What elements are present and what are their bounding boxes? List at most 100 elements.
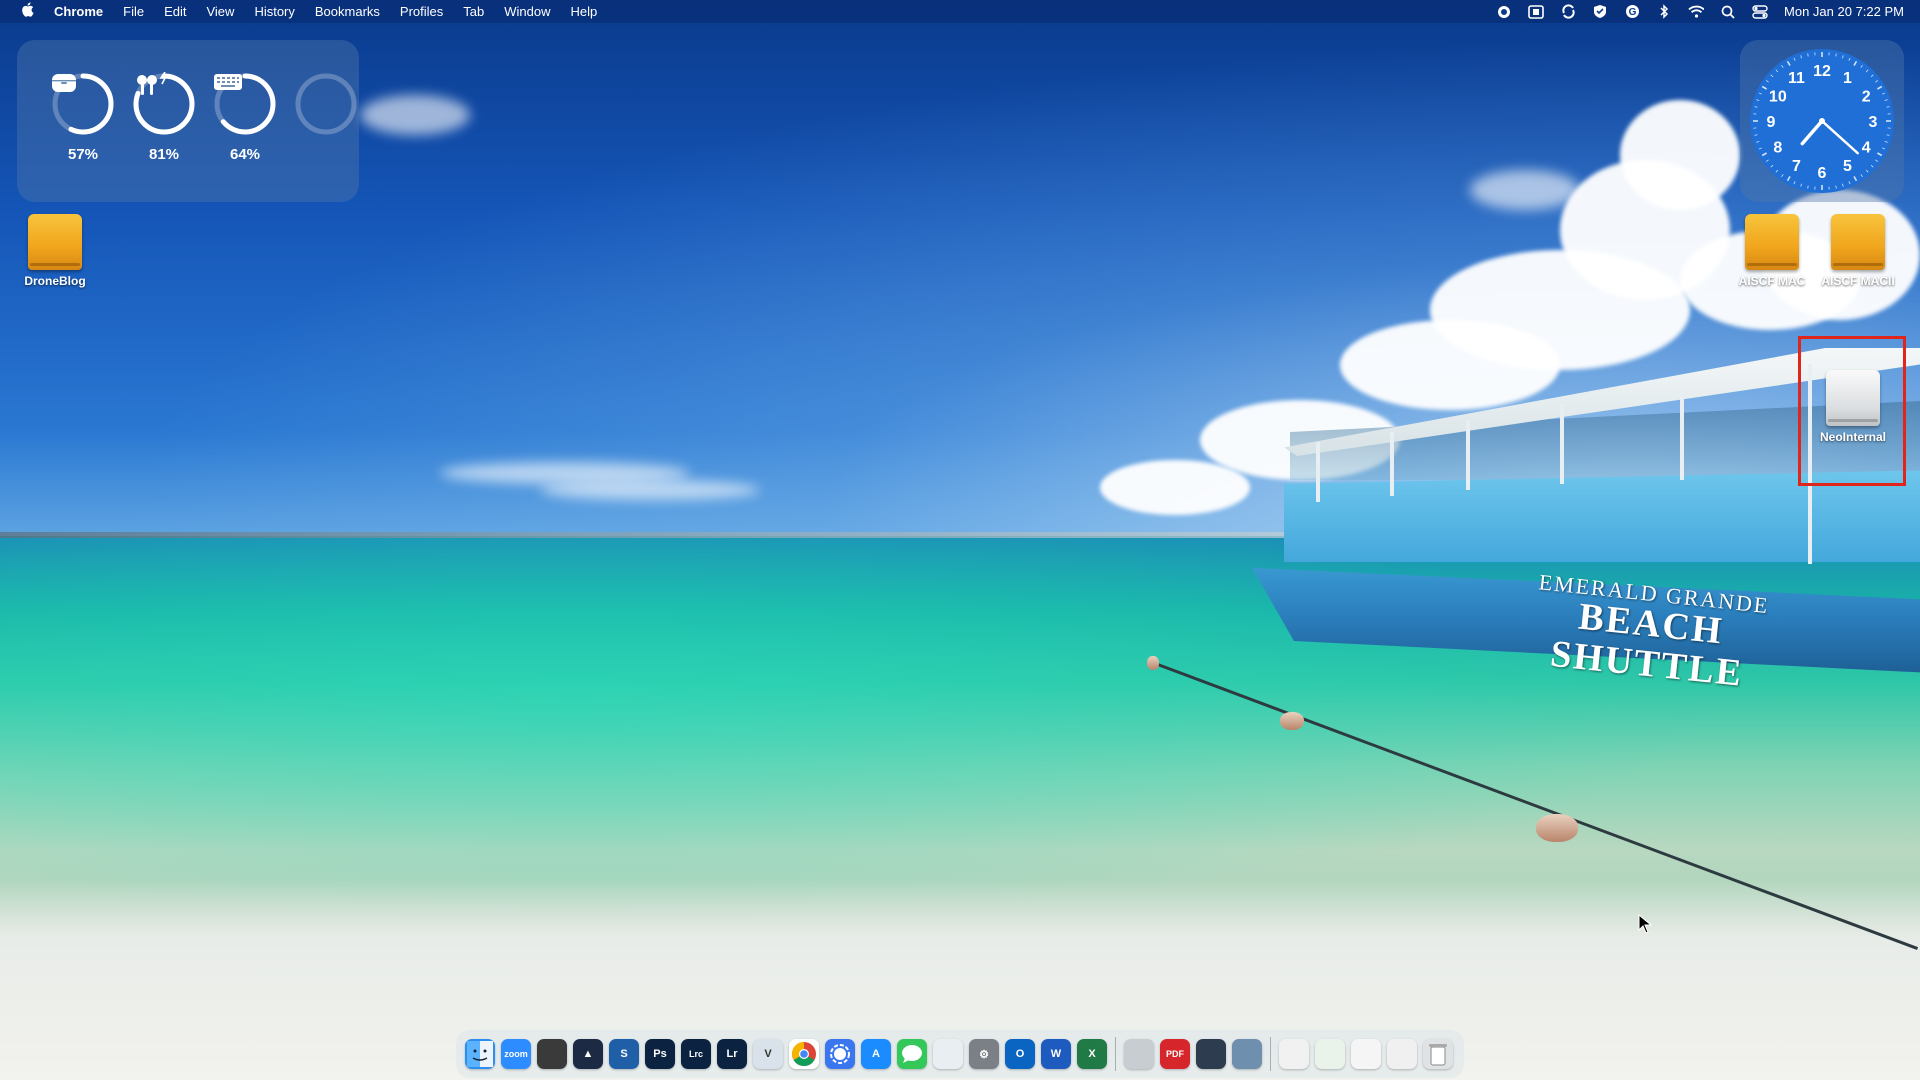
dock-app-textedit[interactable]	[1279, 1039, 1309, 1069]
desktop-icon-droneblog[interactable]: DroneBlog	[10, 214, 100, 288]
battery-item-keyboard: 64%	[212, 72, 278, 163]
menu-file[interactable]: File	[113, 4, 154, 19]
cloud	[1620, 100, 1740, 210]
screenshot-icon[interactable]	[1528, 4, 1544, 20]
dock-app-system-settings[interactable]: ⚙	[969, 1039, 999, 1069]
clock-number: 12	[1813, 63, 1831, 80]
cloud	[540, 480, 760, 500]
dock-app-excel[interactable]: X	[1077, 1039, 1107, 1069]
clock-center	[1819, 118, 1825, 124]
battery-ring-graphic	[295, 73, 357, 135]
battery-percent: 81%	[148, 146, 180, 163]
clock-number: 9	[1767, 114, 1776, 131]
menu-app-name[interactable]: Chrome	[54, 4, 113, 19]
dock-app-screen-sharing[interactable]	[1232, 1039, 1262, 1069]
mouse-cursor-icon	[1638, 914, 1652, 934]
dock-app-document-1[interactable]	[1351, 1039, 1381, 1069]
clock-number: 2	[1862, 89, 1871, 106]
dock-app-quicktime[interactable]	[1196, 1039, 1226, 1069]
boat-post	[1680, 386, 1684, 480]
battery-ring	[51, 72, 115, 136]
cloud	[360, 95, 470, 135]
dock-app-document-2[interactable]	[1387, 1039, 1417, 1069]
battery-percent: 57%	[67, 146, 99, 163]
desktop[interactable]: EMERALD GRANDE BEACH SHUTTLE Chrome File…	[0, 0, 1920, 1080]
dock-app-word[interactable]: W	[1041, 1039, 1071, 1069]
battery-item-airpods: 81%	[131, 72, 197, 163]
airpods-case-icon	[51, 72, 115, 136]
menu-history[interactable]: History	[244, 4, 304, 19]
dock-app-finder[interactable]	[465, 1039, 495, 1069]
dock-app-lightroom[interactable]: Lr	[717, 1039, 747, 1069]
dock-separator	[1270, 1037, 1271, 1071]
desktop-icon-label: DroneBlog	[24, 274, 86, 288]
dock-app-chrome[interactable]	[789, 1039, 819, 1069]
search-icon[interactable]	[1720, 4, 1736, 20]
external-drive-icon	[28, 214, 82, 270]
dock-app-photoshop[interactable]: Ps	[645, 1039, 675, 1069]
battery-ring	[294, 72, 358, 136]
desktop-icon-label: AISCF MAC	[1738, 274, 1806, 288]
cloud	[1100, 460, 1250, 515]
clock-number: 4	[1862, 140, 1871, 157]
dock-app-app-store[interactable]: A	[861, 1039, 891, 1069]
keyboard-icon	[213, 72, 277, 136]
dock-app-vectorworks[interactable]: V	[753, 1039, 783, 1069]
dock-app-disk-utility[interactable]	[1124, 1039, 1154, 1069]
clock-number: 3	[1869, 114, 1878, 131]
boat-post	[1560, 404, 1564, 484]
battery-ring	[132, 72, 196, 136]
record-icon[interactable]	[1496, 4, 1512, 20]
desktop-icon-aiscf-macii[interactable]: AISCF MACII	[1813, 214, 1903, 288]
buoy	[1536, 814, 1578, 842]
external-drive-icon	[1745, 214, 1799, 270]
dock-app-numbers-doc[interactable]	[1315, 1039, 1345, 1069]
menu-tab[interactable]: Tab	[453, 4, 494, 19]
dock-app-zoom[interactable]: zoom	[501, 1039, 531, 1069]
boat-post	[1316, 442, 1320, 502]
battery-widget[interactable]: 57% 81% 64%	[17, 40, 359, 202]
dock-app-trash[interactable]	[1423, 1039, 1453, 1069]
menu-profiles[interactable]: Profiles	[390, 4, 453, 19]
dock-app-pdf-expert[interactable]: PDF	[1160, 1039, 1190, 1069]
menu-bookmarks[interactable]: Bookmarks	[305, 4, 390, 19]
wifi-icon[interactable]	[1688, 4, 1705, 20]
menu-bar: Chrome File Edit View History Bookmarks …	[0, 0, 1920, 23]
clock-number: 5	[1843, 158, 1852, 175]
dock: zoom ▲ S Ps Lrc Lr V A ⚙ O W X PDF	[456, 1030, 1464, 1078]
apple-menu-icon[interactable]	[0, 2, 54, 21]
clock-number: 1	[1843, 70, 1852, 87]
boat-post	[1390, 432, 1394, 496]
desktop-icon-aiscf-mac[interactable]: AISCF MAC	[1727, 214, 1817, 288]
dock-app-signal[interactable]	[825, 1039, 855, 1069]
menu-bar-clock[interactable]: Mon Jan 20 7:22 PM	[1784, 4, 1904, 19]
control-center-icon[interactable]	[1752, 4, 1768, 20]
boat-post	[1466, 420, 1470, 490]
status-area: G Mon Jan 20 7:22 PM	[1496, 0, 1904, 23]
vpn-icon[interactable]	[1592, 4, 1608, 20]
menu-window[interactable]: Window	[494, 4, 560, 19]
dock-separator	[1115, 1037, 1116, 1071]
dock-app-affinity[interactable]: ▲	[573, 1039, 603, 1069]
clock-widget[interactable]: 12 1 2 3 4 5 6 7 8 9 10 11	[1740, 40, 1904, 202]
clock-number: 11	[1788, 70, 1805, 87]
menu-view[interactable]: View	[196, 4, 244, 19]
sync-icon[interactable]	[1560, 4, 1576, 20]
grammarly-icon[interactable]: G	[1624, 4, 1640, 20]
dock-app-scrivener[interactable]: S	[609, 1039, 639, 1069]
dock-app-lightroom-classic[interactable]: Lrc	[681, 1039, 711, 1069]
cloud	[1340, 320, 1560, 410]
battery-item-empty	[293, 72, 359, 146]
dock-app-launchpad[interactable]	[933, 1039, 963, 1069]
buoy	[1280, 712, 1304, 730]
menu-help[interactable]: Help	[561, 4, 608, 19]
dock-app-davinci-resolve[interactable]	[537, 1039, 567, 1069]
dock-app-outlook[interactable]: O	[1005, 1039, 1035, 1069]
bluetooth-icon[interactable]	[1656, 4, 1672, 20]
clock-number: 7	[1792, 158, 1801, 175]
analog-clock: 12 12 3 45678 9 1011	[1750, 49, 1894, 193]
battery-ring	[213, 72, 277, 136]
clock-number: 8	[1773, 140, 1782, 157]
menu-edit[interactable]: Edit	[154, 4, 196, 19]
dock-app-messages[interactable]	[897, 1039, 927, 1069]
